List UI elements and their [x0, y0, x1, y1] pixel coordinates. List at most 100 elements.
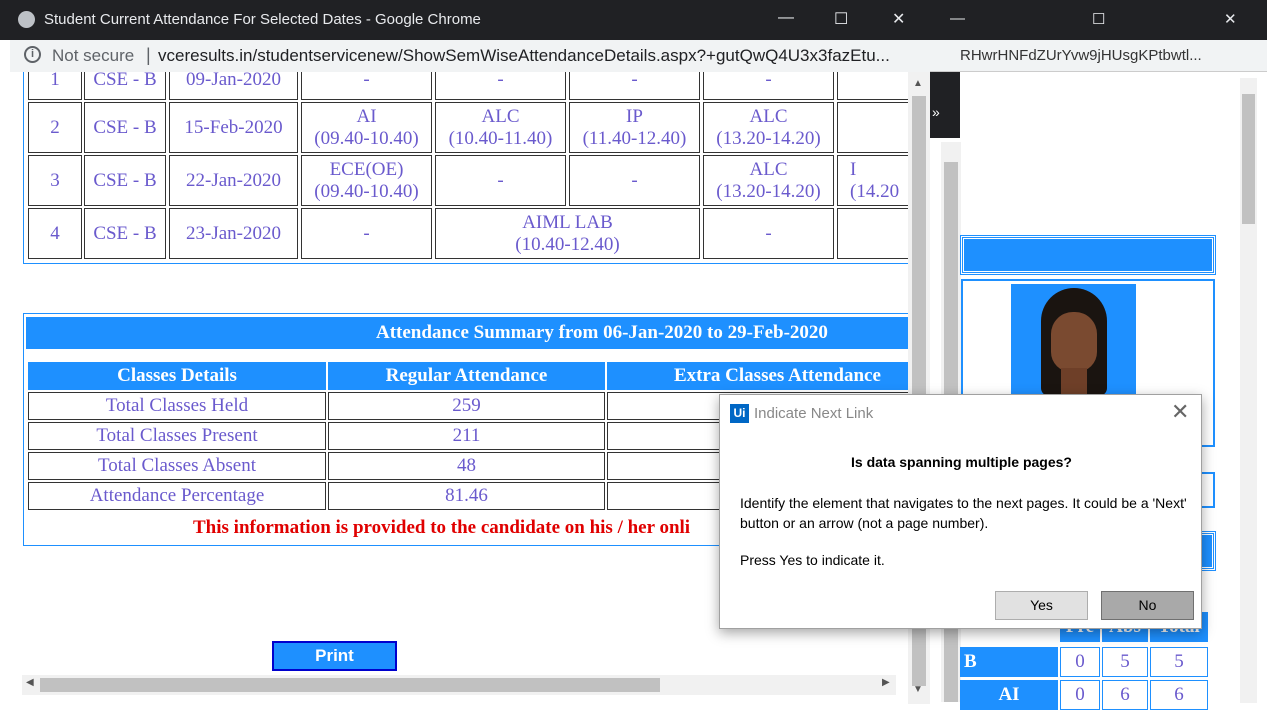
- slot-time: (14.20: [850, 180, 900, 202]
- slot-time: (13.20-14.20): [716, 127, 821, 149]
- uipath-logo-icon: Ui: [730, 404, 749, 423]
- summary-title: Attendance Summary from 06-Jan-2020 to 2…: [26, 317, 908, 349]
- close-icon[interactable]: ✕: [892, 9, 905, 29]
- slot-subject: AIML LAB: [522, 211, 613, 233]
- back-url-text: RHwrHNFdZUrYvw9jHUsgKPtbwtl...: [960, 47, 1202, 64]
- slot-subject: IP: [626, 105, 643, 127]
- notice-text: This information is provided to the cand…: [193, 517, 691, 538]
- cell-sno: 3: [28, 155, 82, 206]
- cell-section: CSE - B: [84, 72, 166, 100]
- globe-icon: [18, 11, 35, 28]
- horizontal-scrollbar[interactable]: ◀ ▶: [22, 675, 896, 695]
- col-classes-details: Classes Details: [28, 362, 326, 390]
- dialog-title: Indicate Next Link: [754, 405, 874, 422]
- window-title: Student Current Attendance For Selected …: [44, 11, 481, 28]
- minimize-icon[interactable]: —: [950, 10, 965, 27]
- info-icon[interactable]: i: [24, 46, 41, 63]
- cell-slot: AI (09.40-10.40): [301, 102, 432, 153]
- indicate-next-link-dialog: Ui Indicate Next Link ✕ Is data spanning…: [719, 394, 1202, 629]
- slot-time: (13.20-14.20): [716, 180, 821, 202]
- cell-slot: ALC (10.40-11.40): [435, 102, 566, 153]
- row-regular: 48: [328, 452, 605, 480]
- row-regular: 259: [328, 392, 605, 420]
- scrollbar-thumb[interactable]: [1242, 94, 1255, 224]
- mini-cell: 0: [1060, 680, 1100, 710]
- back-outer-scrollbar[interactable]: [1240, 78, 1257, 703]
- cell-slot: ALC (13.20-14.20): [703, 102, 834, 153]
- back-address-bar[interactable]: RHwrHNFdZUrYvw9jHUsgKPtbwtl...: [930, 40, 1267, 72]
- cell-slot: -: [435, 155, 566, 206]
- dialog-instruction: Press Yes to indicate it.: [740, 552, 885, 568]
- scroll-up-icon[interactable]: ▲: [913, 78, 923, 89]
- close-icon[interactable]: ✕: [1171, 401, 1189, 423]
- cell-slot: -: [301, 208, 432, 259]
- row-label: Attendance Percentage: [28, 482, 326, 510]
- maximize-icon[interactable]: ☐: [1092, 10, 1105, 28]
- slot-time: (11.40-12.40): [582, 127, 687, 149]
- slot-subject: ALC: [481, 105, 520, 127]
- cell-slot: -: [435, 72, 566, 100]
- slot-subject: AI: [356, 105, 377, 127]
- mini-cell: 6: [1150, 680, 1208, 710]
- cell-slot: -: [569, 72, 700, 100]
- row-label: Total Classes Held: [28, 392, 326, 420]
- cell-slot: [837, 102, 908, 153]
- student-photo: [1011, 284, 1136, 394]
- cell-slot: [837, 208, 908, 259]
- url-text[interactable]: vceresults.in/studentservicenew/ShowSemW…: [158, 46, 890, 66]
- scroll-left-icon[interactable]: ◀: [26, 677, 34, 688]
- slot-time: (09.40-10.40): [314, 127, 419, 149]
- minimize-icon[interactable]: —: [778, 9, 794, 27]
- slot-time: (10.40-12.40): [515, 233, 620, 255]
- mini-cell: 5: [1150, 647, 1208, 677]
- scroll-down-icon[interactable]: ▼: [913, 684, 923, 695]
- no-button[interactable]: No: [1101, 591, 1194, 620]
- cell-section: CSE - B: [84, 155, 166, 206]
- row-label: Total Classes Absent: [28, 452, 326, 480]
- back-title-bar: — ☐ ✕: [930, 0, 1267, 40]
- print-button[interactable]: Print: [272, 641, 397, 671]
- cell-date: 22-Jan-2020: [169, 155, 298, 206]
- separator: |: [146, 45, 151, 65]
- address-bar[interactable]: i Not secure | vceresults.in/studentserv…: [10, 40, 930, 72]
- cell-date: 09-Jan-2020: [169, 72, 298, 100]
- yes-button[interactable]: Yes: [995, 591, 1088, 620]
- cell-date: 23-Jan-2020: [169, 208, 298, 259]
- cell-slot: IP (11.40-12.40): [569, 102, 700, 153]
- scrollbar-thumb[interactable]: [40, 678, 660, 692]
- mini-cell: 0: [1060, 647, 1100, 677]
- maximize-icon[interactable]: ☐: [834, 9, 848, 29]
- slot-subject: ECE(OE): [329, 158, 404, 180]
- cell-slot: I (14.20: [837, 155, 908, 206]
- slot-time: (09.40-10.40): [314, 180, 419, 202]
- cell-sno: 1: [28, 72, 82, 100]
- cell-section: CSE - B: [84, 102, 166, 153]
- cell-date: 15-Feb-2020: [169, 102, 298, 153]
- mini-cell: 6: [1102, 680, 1148, 710]
- dialog-body: Identify the element that navigates to t…: [740, 495, 1187, 531]
- cell-slot: -: [703, 72, 834, 100]
- cell-slot: -: [569, 155, 700, 206]
- row-regular: 81.46: [328, 482, 605, 510]
- cell-sno: 2: [28, 102, 82, 153]
- scroll-right-icon[interactable]: ▶: [882, 677, 890, 688]
- mini-cell: 5: [1102, 647, 1148, 677]
- col-regular-attendance: Regular Attendance: [328, 362, 605, 390]
- cell-slot: [837, 72, 908, 100]
- dialog-question: Is data spanning multiple pages?: [851, 454, 1072, 470]
- cell-slot: ECE(OE) (09.40-10.40): [301, 155, 432, 206]
- cell-slot: -: [301, 72, 432, 100]
- row-label: Total Classes Present: [28, 422, 326, 450]
- mini-row-label: B: [960, 647, 1058, 677]
- tab-overflow-button[interactable]: »: [930, 72, 960, 138]
- slot-time: (10.40-11.40): [448, 127, 553, 149]
- security-label[interactable]: Not secure: [52, 46, 134, 66]
- title-bar: Student Current Attendance For Selected …: [0, 0, 930, 40]
- close-icon[interactable]: ✕: [1224, 10, 1237, 28]
- col-extra-attendance: Extra Classes Attendance: [607, 362, 908, 390]
- cell-slot: AIML LAB (10.40-12.40): [435, 208, 700, 259]
- cell-slot: -: [703, 208, 834, 259]
- cell-slot: ALC (13.20-14.20): [703, 155, 834, 206]
- slot-subject: ALC: [749, 158, 788, 180]
- slot-subject: I: [850, 158, 857, 180]
